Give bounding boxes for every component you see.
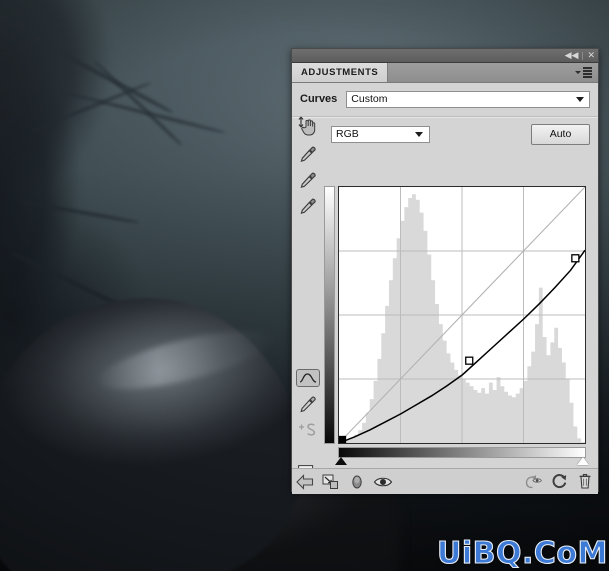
preset-row: Curves Custom: [292, 83, 598, 111]
panel-tab-row: ADJUSTMENTS: [292, 63, 598, 83]
curves-tool-rail: [292, 111, 323, 219]
adjustment-type-label: Curves: [300, 93, 338, 105]
tab-adjustments-label: ADJUSTMENTS: [301, 67, 379, 78]
curve-control-point[interactable]: [465, 356, 474, 365]
panel-menu-button[interactable]: [575, 63, 598, 82]
channel-dropdown[interactable]: RGB: [331, 125, 430, 143]
preset-dropdown-value: Custom: [351, 93, 388, 105]
layer-mask-icon[interactable]: [344, 469, 370, 494]
chevron-down-icon: [415, 132, 423, 137]
view-previous-state-icon[interactable]: [520, 469, 546, 494]
panel-body: Curves Custom RGB Auto: [292, 83, 598, 494]
chevron-down-icon: [576, 97, 584, 102]
curve-edit-tool-rail: [292, 365, 323, 443]
auto-button[interactable]: Auto: [531, 123, 590, 145]
curve-control-point[interactable]: [571, 254, 580, 263]
gray-point-eyedropper-icon[interactable]: [292, 167, 323, 193]
titlebar-divider: [582, 51, 584, 60]
clip-to-layer-icon[interactable]: [318, 469, 344, 494]
return-to-adjustment-list-icon[interactable]: [292, 469, 318, 494]
draw-pencil-tool-button[interactable]: [292, 391, 323, 417]
panel-footer: [292, 468, 598, 494]
reset-adjustment-icon[interactable]: [546, 469, 572, 494]
black-point-eyedropper-icon[interactable]: [292, 141, 323, 167]
panel-window-controls: ◀◀ ✕: [565, 49, 595, 62]
close-icon[interactable]: ✕: [587, 51, 595, 60]
white-point-eyedropper-icon[interactable]: [292, 193, 323, 219]
targeted-adjustment-tool-button[interactable]: [292, 111, 323, 141]
hamburger-icon: [583, 67, 592, 78]
smooth-curve-button[interactable]: [292, 417, 323, 443]
collapse-panel-icon[interactable]: ◀◀: [565, 51, 579, 60]
auto-button-label: Auto: [549, 128, 572, 140]
tab-adjustments[interactable]: ADJUSTMENTS: [292, 63, 389, 82]
channel-row: RGB Auto: [292, 118, 598, 148]
curves-graph[interactable]: [338, 186, 586, 444]
preset-dropdown[interactable]: Custom: [346, 90, 590, 108]
delete-adjustment-layer-icon[interactable]: [572, 469, 598, 494]
panel-titlebar: ◀◀ ✕: [292, 49, 598, 63]
adjustments-panel: ◀◀ ✕ ADJUSTMENTS Curves Custom RGB Auto: [291, 48, 599, 494]
edit-points-tool-selected-box: [295, 369, 320, 387]
channel-dropdown-value: RGB: [336, 128, 359, 140]
input-gradient-strip: [338, 447, 586, 458]
chevron-down-icon: [575, 71, 581, 74]
curves-plot-svg: [339, 187, 585, 443]
site-watermark: UiBQ.CoM: [436, 535, 608, 571]
output-gradient-strip: [324, 186, 335, 444]
edit-points-tool-button[interactable]: [292, 365, 323, 391]
toggle-layer-visibility-icon[interactable]: [370, 469, 396, 494]
tab-row-filler: [388, 63, 575, 82]
curve-control-point[interactable]: [339, 435, 347, 444]
